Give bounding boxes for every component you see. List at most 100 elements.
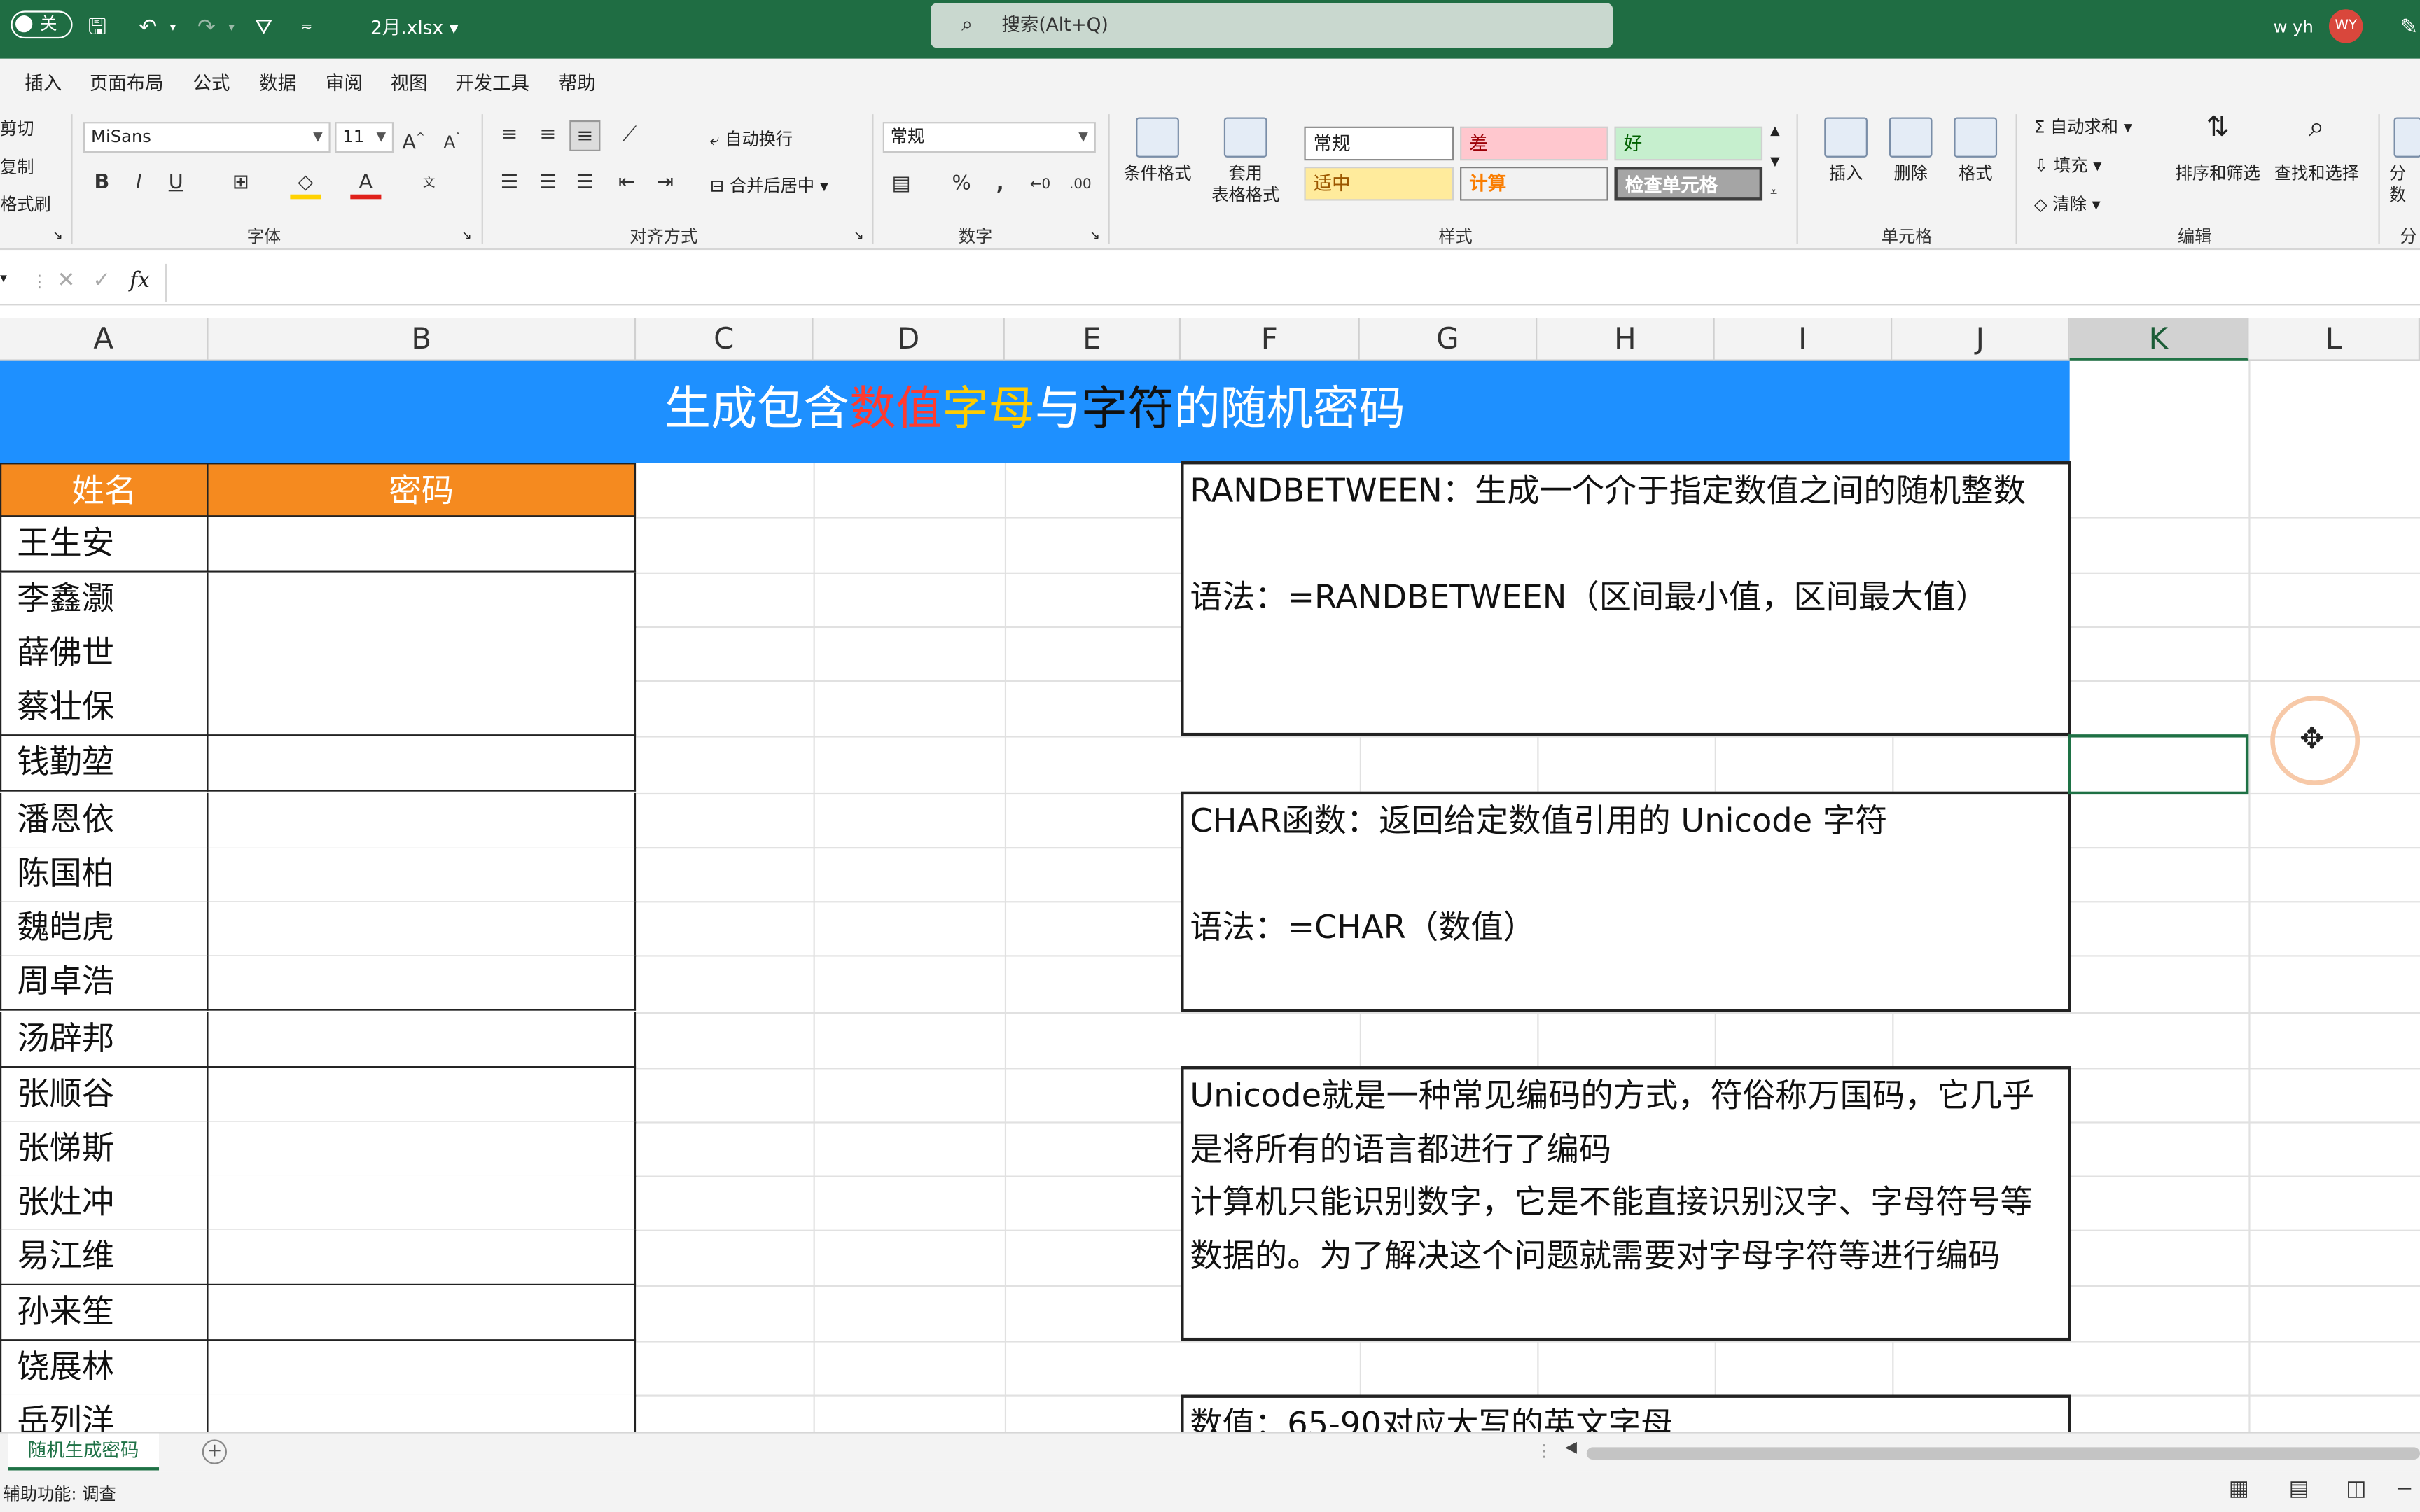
tab-page-layout[interactable]: 页面布局	[90, 69, 164, 95]
name-box-dropdown-icon[interactable]: ▾	[0, 272, 7, 287]
name-cell[interactable]: 周卓浩	[0, 955, 209, 1011]
tab-developer[interactable]: 开发工具	[455, 69, 529, 95]
decrease-decimal-icon[interactable]: .00	[1065, 169, 1096, 200]
selected-cell[interactable]	[2068, 734, 2249, 795]
tab-view[interactable]: 视图	[391, 69, 428, 95]
format-cells-button[interactable]: 格式	[1945, 117, 2006, 186]
note-randbetween[interactable]: RANDBETWEEN：生成一个介于指定数值之间的随机整数 语法：=RANDBE…	[1181, 461, 2071, 736]
zoom-out-icon[interactable]: −	[2395, 1476, 2414, 1501]
password-cell[interactable]	[207, 1175, 637, 1231]
note-char[interactable]: CHAR函数：返回给定数值引用的 Unicode 字符 语法：=CHAR（数值）	[1181, 791, 2071, 1012]
name-cell[interactable]: 蔡壮保	[0, 680, 209, 736]
number-launcher-icon[interactable]: ↘	[1090, 228, 1100, 242]
number-format-select[interactable]: 常规 ▼	[882, 122, 1096, 153]
filter-icon[interactable]: ⛛	[255, 14, 273, 42]
format-painter-button[interactable]: 格式刷	[0, 191, 51, 216]
note-values[interactable]: 数值：65-90对应大写的英文字母	[1181, 1394, 2071, 1432]
increase-decimal-icon[interactable]: ←0	[1025, 169, 1056, 200]
col-header-b[interactable]: B	[209, 318, 637, 361]
password-cell[interactable]	[207, 955, 637, 1011]
add-sheet-icon[interactable]: +	[202, 1439, 227, 1464]
align-top-icon[interactable]: ≡	[494, 120, 524, 151]
comma-style-icon[interactable]: ,	[985, 169, 1015, 200]
style-good[interactable]: 好	[1614, 126, 1763, 161]
style-normal[interactable]: 常规	[1304, 126, 1454, 161]
align-right-icon[interactable]: ☰	[569, 168, 600, 199]
save-icon[interactable]: 🖫	[88, 14, 106, 42]
password-cell[interactable]	[207, 1229, 637, 1285]
format-as-table-button[interactable]: 套用 表格格式	[1201, 117, 1291, 207]
insert-function-icon[interactable]: fx	[130, 269, 150, 293]
tab-help[interactable]: 帮助	[559, 69, 596, 95]
search-box[interactable]: ⌕ 搜索(Alt+Q)	[931, 3, 1613, 48]
password-cell[interactable]	[207, 792, 637, 849]
password-cell[interactable]	[207, 847, 637, 903]
merge-center-button[interactable]: ⊟ 合并后居中 ▾	[710, 173, 828, 197]
style-neutral[interactable]: 适中	[1304, 167, 1454, 201]
worksheet-grid[interactable]: A B C D E F G H I J K L 生成包含数值字母与字符的随机密码…	[0, 318, 2420, 1432]
name-cell[interactable]: 李鑫灏	[0, 572, 209, 629]
name-cell[interactable]: 魏皑虎	[0, 901, 209, 957]
underline-icon[interactable]: U	[160, 168, 191, 199]
increase-indent-icon[interactable]: ⇥	[650, 168, 681, 199]
customize-toolbar-icon[interactable]: ≂	[301, 14, 313, 42]
italic-icon[interactable]: I	[123, 168, 154, 199]
user-name[interactable]: w yh	[2274, 14, 2314, 42]
style-calculation[interactable]: 计算	[1460, 167, 1608, 201]
password-cell[interactable]	[207, 1394, 637, 1432]
decrease-font-icon[interactable]: Aˇ	[437, 122, 468, 153]
font-size-select[interactable]: 11 ▼	[335, 122, 394, 153]
col-header-k[interactable]: K	[2069, 318, 2249, 361]
fill-button[interactable]: ⇩ 填充 ▾	[2034, 153, 2101, 177]
col-header-j[interactable]: J	[1892, 318, 2070, 361]
tab-insert[interactable]: 插入	[25, 69, 62, 95]
header-password[interactable]: 密码	[207, 463, 637, 517]
conditional-format-button[interactable]: 条件格式	[1118, 117, 1198, 186]
password-cell[interactable]	[207, 736, 637, 792]
name-cell[interactable]: 易江维	[0, 1229, 209, 1285]
password-cell[interactable]	[207, 517, 637, 573]
page-break-view-icon[interactable]: ◫	[2346, 1476, 2366, 1501]
styles-scroll-up-icon[interactable]: ▲	[1770, 123, 1780, 137]
clipboard-launcher-icon[interactable]: ↘	[53, 228, 63, 242]
col-header-g[interactable]: G	[1360, 318, 1538, 361]
name-cell[interactable]: 孙来笙	[0, 1284, 209, 1341]
align-center-icon[interactable]: ☰	[532, 168, 563, 199]
style-check-cell[interactable]: 检查单元格	[1614, 167, 1763, 201]
name-cell[interactable]: 饶展林	[0, 1340, 209, 1396]
delete-cells-button[interactable]: 删除	[1880, 117, 1942, 186]
title-banner[interactable]: 生成包含数值字母与字符的随机密码	[0, 360, 2070, 463]
font-color-icon[interactable]: A	[350, 168, 382, 200]
page-layout-view-icon[interactable]: ▤	[2289, 1476, 2309, 1501]
insert-cells-button[interactable]: 插入	[1815, 117, 1877, 186]
styles-scroll-down-icon[interactable]: ▼	[1770, 154, 1780, 168]
percent-icon[interactable]: %	[946, 169, 977, 200]
col-header-c[interactable]: C	[636, 318, 814, 361]
phonetic-icon[interactable]: 文	[414, 168, 445, 199]
password-cell[interactable]	[207, 1068, 637, 1124]
name-cell[interactable]: 王生安	[0, 517, 209, 573]
tab-data[interactable]: 数据	[259, 69, 296, 95]
name-cell[interactable]: 岳列洋	[0, 1394, 209, 1432]
password-cell[interactable]	[207, 1121, 637, 1177]
name-cell[interactable]: 张顺谷	[0, 1068, 209, 1124]
tab-splitter-icon[interactable]: ⋮	[1536, 1441, 1552, 1462]
col-header-d[interactable]: D	[814, 318, 1005, 361]
orientation-icon[interactable]: ⟋	[614, 120, 645, 151]
col-header-a[interactable]: A	[0, 318, 209, 361]
col-header-l[interactable]: L	[2248, 318, 2420, 361]
alignment-launcher-icon[interactable]: ↘	[854, 228, 864, 242]
password-cell[interactable]	[207, 1011, 637, 1068]
accounting-format-icon[interactable]: ▤	[886, 169, 917, 200]
name-cell[interactable]: 张灶冲	[0, 1175, 209, 1231]
name-cell[interactable]: 钱勤堃	[0, 736, 209, 792]
find-select-button[interactable]: ⌕ 查找和选择	[2272, 113, 2361, 186]
sort-filter-button[interactable]: ⇅ 排序和筛选	[2173, 113, 2262, 186]
col-header-i[interactable]: I	[1715, 318, 1893, 361]
file-name[interactable]: 2月.xlsx ▾	[370, 14, 459, 42]
col-header-f[interactable]: F	[1181, 318, 1360, 361]
name-cell[interactable]: 陈国柏	[0, 847, 209, 903]
styles-more-icon[interactable]: ⩡	[1770, 185, 1777, 200]
autosave-toggle[interactable]: 关	[11, 10, 73, 39]
align-bottom-icon[interactable]: ≡	[569, 120, 601, 151]
